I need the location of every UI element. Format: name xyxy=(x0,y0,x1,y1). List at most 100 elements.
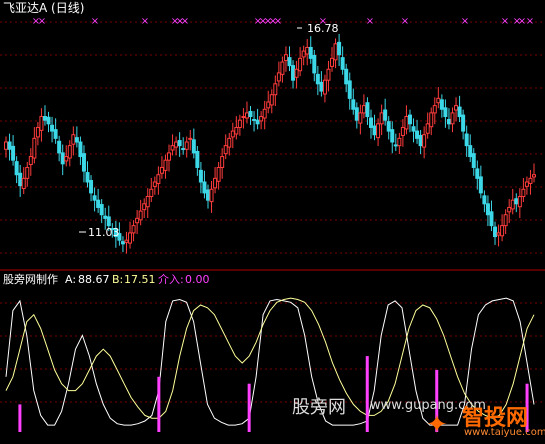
candle-body xyxy=(149,188,154,198)
candle-body xyxy=(205,189,210,201)
candle-body xyxy=(128,232,133,244)
candle-body xyxy=(319,81,324,92)
candle-body xyxy=(404,116,409,130)
candle-body xyxy=(528,177,533,184)
candle-body xyxy=(106,216,111,227)
signal-marker: × xyxy=(501,16,509,27)
candle-body xyxy=(71,134,76,145)
candle-body xyxy=(478,176,483,194)
signal-markers: ×× × × ××× ××××× × × × × × ×× × xyxy=(32,16,534,27)
indicator-c-value: 0.00 xyxy=(185,273,210,286)
candle-body xyxy=(181,148,186,151)
candle-body xyxy=(510,199,515,210)
candle-body xyxy=(496,232,501,236)
candle-body xyxy=(7,141,12,150)
candle-body xyxy=(308,46,313,59)
candle-body xyxy=(383,109,388,121)
candle-body xyxy=(493,226,498,238)
candle-body xyxy=(35,126,40,138)
candle-body xyxy=(85,172,90,183)
candle-body xyxy=(53,129,58,139)
candle-body xyxy=(397,137,402,147)
candle-body xyxy=(446,118,451,125)
candle-body xyxy=(248,110,253,118)
candle-body xyxy=(464,133,469,147)
candle-body xyxy=(305,46,310,55)
signal-marker: × xyxy=(141,16,149,27)
candle-body xyxy=(376,123,381,139)
candle-body xyxy=(368,117,373,128)
candle-body xyxy=(500,225,505,237)
candle-body xyxy=(322,79,327,95)
candle-body xyxy=(425,123,430,134)
candle-body xyxy=(4,141,8,150)
candle-body xyxy=(167,152,172,161)
candle-body xyxy=(337,41,342,56)
candle-body xyxy=(174,141,179,148)
candle-body xyxy=(223,145,228,155)
watermark-brand-icon: ✦ xyxy=(426,410,448,440)
candle-body xyxy=(21,177,26,190)
candle-body xyxy=(415,130,420,139)
candlestick-series xyxy=(4,34,536,254)
signal-bar xyxy=(18,404,22,432)
candle-body xyxy=(457,106,462,118)
candle-body xyxy=(454,105,459,111)
candle-body xyxy=(411,126,416,132)
candle-body xyxy=(50,124,55,132)
candle-body xyxy=(131,225,136,234)
candle-body xyxy=(276,72,281,82)
candle-body xyxy=(471,153,476,168)
candle-body xyxy=(18,172,23,187)
candle-body xyxy=(400,126,405,136)
candle-body xyxy=(407,114,412,125)
candle-body xyxy=(287,57,292,67)
candle-body xyxy=(135,217,140,224)
candle-body xyxy=(315,73,320,85)
grid-lines xyxy=(0,21,545,403)
candle-body xyxy=(163,159,168,171)
candle-body xyxy=(202,181,207,194)
watermark-brand-url: www.taiyue.com xyxy=(464,427,545,438)
indicator-name: 股旁网制作 xyxy=(3,273,58,286)
candle-body xyxy=(372,125,377,136)
candle-body xyxy=(39,116,44,131)
candle-body xyxy=(266,101,271,109)
candle-body xyxy=(213,177,218,189)
candle-body xyxy=(482,195,487,205)
indicator-b-value: 17.51 xyxy=(124,273,156,286)
candle-body xyxy=(283,54,288,62)
candle-body xyxy=(294,68,299,78)
candle-body xyxy=(485,203,490,216)
candle-body xyxy=(198,169,203,183)
candle-body xyxy=(291,65,296,81)
stock-chart-window: × × × × × × × × × × × × × × × × × × × × 16.78 11.03 飞亚达A (日… xyxy=(0,0,545,444)
candle-body xyxy=(64,156,69,162)
candle-body xyxy=(145,196,150,208)
indicator-a-value: 88.67 xyxy=(78,273,110,286)
candle-body xyxy=(259,116,264,122)
signal-bar xyxy=(157,376,161,432)
candle-body xyxy=(11,145,16,161)
candle-body xyxy=(517,196,522,208)
signal-marker: × xyxy=(526,16,534,27)
candle-body xyxy=(326,68,331,81)
candle-body xyxy=(262,108,267,119)
candle-body xyxy=(461,114,466,132)
candle-body xyxy=(188,137,193,140)
high-annotation: 16.78 xyxy=(307,22,339,35)
candle-body xyxy=(269,94,274,106)
candle-body xyxy=(237,119,242,128)
watermark-site-text: 股旁网 xyxy=(292,397,346,418)
candle-body xyxy=(92,195,97,201)
chart-canvas: ×× × × ××× ××××× × × × × × ×× × 16.78 11.03 xyxy=(0,16,545,432)
candle-body xyxy=(280,61,285,75)
candle-body xyxy=(230,130,235,138)
candle-body xyxy=(96,199,101,208)
signal-bar xyxy=(247,383,251,432)
candle-body xyxy=(340,57,345,70)
candle-body xyxy=(330,57,335,67)
indicator-b-label: B: xyxy=(112,273,124,286)
candle-body xyxy=(74,137,79,143)
candle-body xyxy=(241,116,246,119)
